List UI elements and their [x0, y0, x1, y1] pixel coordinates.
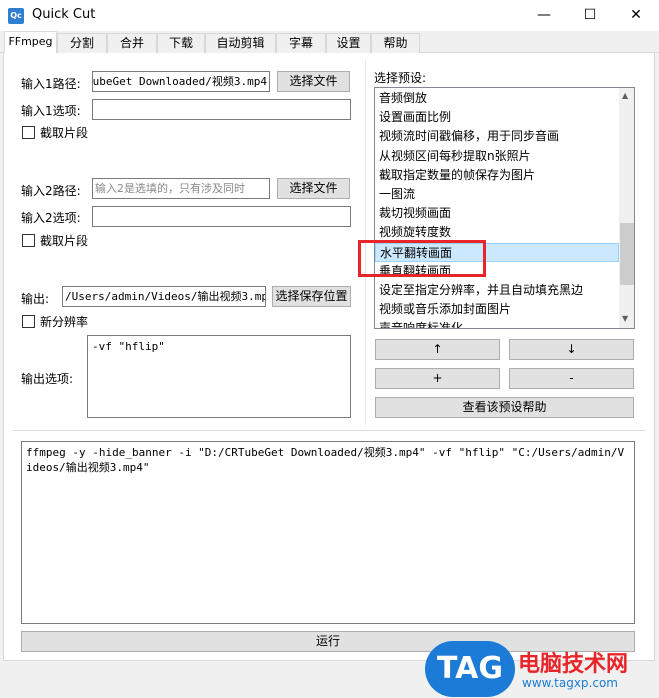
preset-list-item[interactable]: 从视频区间每秒提取n张照片 [375, 147, 619, 166]
preset-list-item[interactable]: 一图流 [375, 185, 619, 204]
input2-clip-checkbox[interactable] [22, 234, 35, 247]
watermark-text: 电脑技术网 [518, 652, 629, 677]
preset-list-item[interactable]: 音频倒放 [375, 89, 619, 108]
preset-move-down-button[interactable]: ↓ [509, 339, 634, 360]
new-resolution-checkbox[interactable] [22, 315, 35, 328]
app-icon: Qc [8, 8, 24, 24]
tab-bar: FFmpeg 分割 合并 下载 自动剪辑 字幕 设置 帮助 [0, 31, 659, 54]
preset-move-up-button[interactable]: ↑ [375, 339, 500, 360]
output-options-label: 输出选项: [21, 372, 74, 386]
input2-clip-label: 截取片段 [40, 234, 89, 248]
tab-ffmpeg[interactable]: FFmpeg [4, 31, 57, 54]
watermark-url: www.tagxp.com [522, 676, 618, 690]
preset-help-button[interactable]: 查看该预设帮助 [375, 397, 634, 418]
input2-choose-file-button[interactable]: 选择文件 [277, 178, 350, 199]
input1-path-value: RTubeGet Downloaded/视频3.mp4 [92, 75, 267, 88]
input2-options-field[interactable] [92, 206, 351, 227]
scrollbar-thumb[interactable] [620, 223, 634, 285]
tab-download[interactable]: 下载 [157, 33, 205, 53]
minimize-button[interactable]: — [521, 0, 567, 31]
section-divider [13, 430, 645, 431]
presets-scrollbar[interactable]: ▲ ▼ [619, 88, 634, 328]
preset-list-item[interactable]: 设定至指定分辨率，并且自动填充黑边 [375, 281, 619, 300]
preset-list-item[interactable]: 设置画面比例 [375, 108, 619, 127]
output-options-field[interactable]: -vf "hflip" [87, 335, 351, 418]
input1-clip-label: 截取片段 [40, 126, 89, 140]
presets-label: 选择预设: [374, 71, 427, 85]
output-choose-location-button[interactable]: 选择保存位置 [272, 286, 351, 307]
highlight-annotation-box [358, 240, 486, 277]
window-title: Quick Cut [32, 7, 96, 22]
preset-list-item[interactable]: 视频流时间戳偏移，用于同步音画 [375, 127, 619, 146]
preset-list-item[interactable]: 视频或音乐添加封面图片 [375, 300, 619, 319]
input1-path-label: 输入1路径: [21, 77, 81, 91]
preset-list-item[interactable]: 截取指定数量的帧保存为图片 [375, 166, 619, 185]
input1-choose-file-button[interactable]: 选择文件 [277, 71, 350, 92]
input2-path-field[interactable]: 输入2是选填的，只有涉及同时 [92, 178, 270, 199]
input1-path-field[interactable]: RTubeGet Downloaded/视频3.mp4 [92, 71, 270, 92]
maximize-button[interactable]: ☐ [567, 0, 613, 31]
preset-remove-button[interactable]: - [509, 368, 634, 389]
presets-list[interactable]: 音频倒放 设置画面比例 视频流时间戳偏移，用于同步音画 从视频区间每秒提取n张照片 截取… [374, 87, 635, 329]
input1-options-field[interactable] [92, 99, 351, 120]
scroll-down-icon[interactable]: ▼ [622, 314, 628, 323]
tab-split[interactable]: 分割 [57, 33, 107, 53]
preset-list-item[interactable]: 声音响度标准化 [375, 319, 619, 328]
input2-options-label: 输入2选项: [21, 211, 81, 225]
output-label: 输出: [21, 292, 50, 306]
title-bar: Qc Quick Cut — ☐ ✕ [0, 0, 659, 31]
preset-list-item[interactable]: 裁切视频画面 [375, 204, 619, 223]
tab-settings[interactable]: 设置 [326, 33, 371, 53]
watermark-logo: TAG [425, 641, 515, 697]
tab-subtitles[interactable]: 字幕 [276, 33, 326, 53]
scroll-up-icon[interactable]: ▲ [622, 91, 628, 100]
new-resolution-label: 新分辨率 [40, 315, 89, 329]
input2-path-label: 输入2路径: [21, 184, 81, 198]
input1-options-label: 输入1选项: [21, 104, 81, 118]
command-preview-field[interactable]: ffmpeg -y -hide_banner -i "D:/CRTubeGet … [21, 441, 635, 624]
tab-auto-edit[interactable]: 自动剪辑 [205, 33, 276, 53]
output-path-field[interactable]: /Users/admin/Videos/输出视频3.mp4 [62, 286, 266, 307]
preset-add-button[interactable]: + [375, 368, 500, 389]
tab-help[interactable]: 帮助 [371, 33, 420, 53]
close-button[interactable]: ✕ [613, 0, 659, 31]
tab-merge[interactable]: 合并 [107, 33, 157, 53]
input1-clip-checkbox[interactable] [22, 126, 35, 139]
